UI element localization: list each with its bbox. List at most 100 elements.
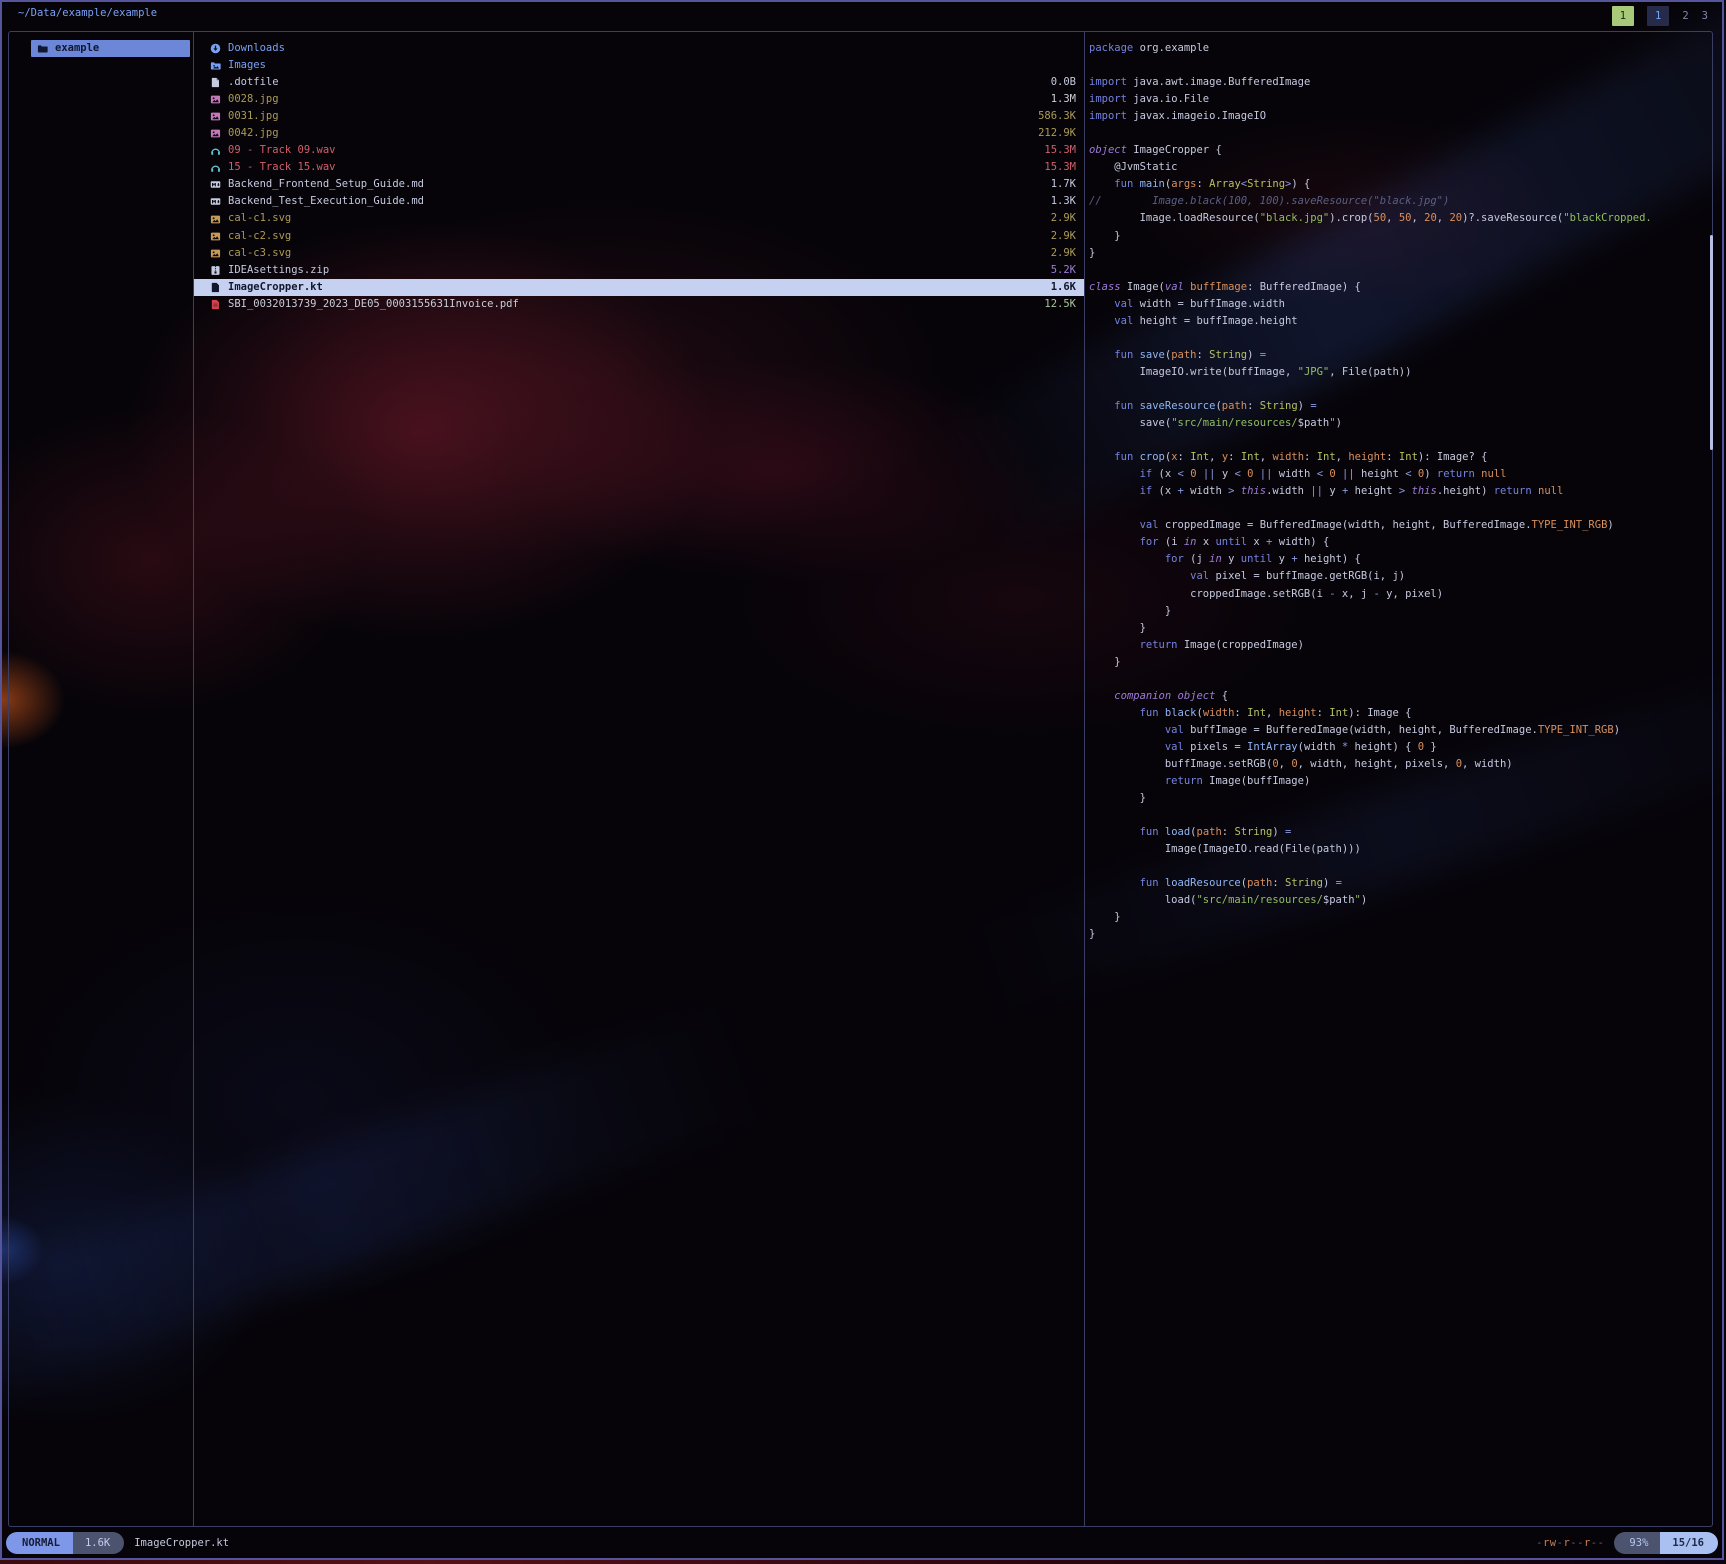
code-line	[1089, 671, 1712, 688]
file-row[interactable]: Images	[194, 57, 1084, 74]
code-line: return Image(buffImage)	[1089, 773, 1712, 790]
file-size: 12.5K	[1044, 296, 1076, 313]
file-size: 2.9K	[1051, 210, 1076, 227]
kotlin-file-icon	[210, 281, 222, 293]
file-row[interactable]: 15 - Track 15.wav 15.3M	[194, 159, 1084, 176]
vector-image-icon	[210, 247, 222, 259]
code-line: fun main(args: Array<String>) {	[1089, 176, 1712, 193]
file-size: 586.3K	[1038, 108, 1076, 125]
code-line: return Image(croppedImage)	[1089, 637, 1712, 654]
file-size: 0.0B	[1051, 74, 1076, 91]
position-pill: 93% 15/16	[1614, 1532, 1718, 1554]
file-size: 1.3K	[1051, 193, 1076, 210]
vector-image-icon	[210, 213, 222, 225]
file-size: 212.9K	[1038, 125, 1076, 142]
parent-dir-item[interactable]: example	[31, 40, 190, 57]
file-row[interactable]: 0042.jpg 212.9K	[194, 125, 1084, 142]
code-line: buffImage.setRGB(0, 0, width, height, pi…	[1089, 756, 1712, 773]
code-line: for (j in y until y + height) {	[1089, 551, 1712, 568]
code-line: val width = buffImage.width	[1089, 296, 1712, 313]
code-line: Image.loadResource("black.jpg").crop(50,…	[1089, 210, 1712, 227]
wallpaper-bottom-strip	[0, 1558, 1726, 1564]
status-filename: ImageCropper.kt	[134, 1537, 229, 1549]
markdown-icon	[210, 196, 222, 208]
file-row[interactable]: 09 - Track 09.wav15.3M	[194, 142, 1084, 159]
file-size: 2.9K	[1051, 245, 1076, 262]
file-row[interactable]: cal-c3.svg 2.9K	[194, 245, 1084, 262]
task-count-badge[interactable]: 1	[1612, 6, 1634, 26]
vector-image-icon	[210, 230, 222, 242]
file-row[interactable]: Backend_Frontend_Setup_Guide.md 1.7K	[194, 176, 1084, 193]
code-line: load("src/main/resources/$path")	[1089, 892, 1712, 909]
file-name: cal-c1.svg	[228, 210, 291, 227]
tab-1[interactable]: 1	[1647, 6, 1669, 26]
code-line: ImageIO.write(buffImage, "JPG", File(pat…	[1089, 364, 1712, 381]
file-row[interactable]: .dotfile 0.0B	[194, 74, 1084, 91]
code-line	[1089, 125, 1712, 142]
folder-image-icon	[210, 60, 222, 72]
code-line: if (x + width > this.width || y + height…	[1089, 483, 1712, 500]
preview-scrollbar-thumb[interactable]	[1710, 235, 1713, 450]
code-line	[1089, 500, 1712, 517]
screen: ~/Data/example/example 1 123 example Dow…	[0, 0, 1726, 1564]
tab-3[interactable]: 3	[1702, 10, 1708, 22]
file-size-indicator: 1.6K	[73, 1532, 124, 1554]
file-name: 0031.jpg	[228, 108, 279, 125]
file-name: cal-c3.svg	[228, 245, 291, 262]
file-name: SBI_0032013739_2023_DE05_0003155631Invoi…	[228, 296, 519, 313]
code-line: fun saveResource(path: String) =	[1089, 398, 1712, 415]
scroll-percent: 93%	[1614, 1532, 1660, 1554]
file-name: ImageCropper.kt	[228, 279, 323, 296]
audio-icon	[210, 145, 222, 157]
code-line: class Image(val buffImage: BufferedImage…	[1089, 279, 1712, 296]
code-line: }	[1089, 790, 1712, 807]
file-name: Backend_Frontend_Setup_Guide.md	[228, 176, 424, 193]
file-name: 15 - Track 15.wav	[228, 159, 335, 176]
image-icon	[210, 128, 222, 140]
file-row[interactable]: Backend_Test_Execution_Guide.md 1.3K	[194, 193, 1084, 210]
file-row[interactable]: cal-c1.svg 2.9K	[194, 210, 1084, 227]
code-line	[1089, 330, 1712, 347]
code-line: package org.example	[1089, 40, 1712, 57]
code-line: val croppedImage = BufferedImage(width, …	[1089, 517, 1712, 534]
panes-container: example DownloadsImages.dotfile0.0B0028.…	[8, 31, 1713, 1527]
code-line: import javax.imageio.ImageIO	[1089, 108, 1712, 125]
preview-pane: package org.example import java.awt.imag…	[1085, 32, 1712, 1526]
code-line	[1089, 807, 1712, 824]
titlebar: ~/Data/example/example 1 123	[0, 2, 1724, 30]
file-size: 15.3M	[1044, 159, 1076, 176]
file-row[interactable]: IDEAsettings.zip5.2K	[194, 262, 1084, 279]
file-name: Downloads	[228, 40, 285, 57]
file-row[interactable]: 0028.jpg 1.3M	[194, 91, 1084, 108]
tab-bar: 1 1 2 3	[1612, 4, 1708, 28]
tab-2[interactable]: 2	[1682, 10, 1688, 22]
image-icon	[210, 111, 222, 123]
code-line: }	[1089, 620, 1712, 637]
code-line: import java.io.File	[1089, 91, 1712, 108]
file-row[interactable]: ImageCropper.kt1.6K	[194, 279, 1084, 296]
file-row[interactable]: Downloads	[194, 40, 1084, 57]
markdown-icon	[210, 179, 222, 191]
file-size: 2.9K	[1051, 228, 1076, 245]
file-row[interactable]: 0031.jpg 586.3K	[194, 108, 1084, 125]
file-name: Backend_Test_Execution_Guide.md	[228, 193, 424, 210]
file-name: .dotfile	[228, 74, 279, 91]
code-line: for (i in x until x + width) {	[1089, 534, 1712, 551]
file-size: 1.3M	[1051, 91, 1076, 108]
code-line: }	[1089, 926, 1712, 943]
code-line: object ImageCropper {	[1089, 142, 1712, 159]
file-name: 0028.jpg	[228, 91, 279, 108]
file-row[interactable]: cal-c2.svg2.9K	[194, 228, 1084, 245]
parent-dir-label: example	[55, 40, 99, 57]
code-line: val buffImage = BufferedImage(width, hei…	[1089, 722, 1712, 739]
code-line	[1089, 262, 1712, 279]
file-size: 1.7K	[1051, 176, 1076, 193]
code-line: companion object {	[1089, 688, 1712, 705]
code-line: croppedImage.setRGB(i - x, j - y, pixel)	[1089, 586, 1712, 603]
parent-directory-pane: example	[9, 32, 193, 57]
code-line: save("src/main/resources/$path")	[1089, 415, 1712, 432]
file-name: 0042.jpg	[228, 125, 279, 142]
file-row[interactable]: SBI_0032013739_2023_DE05_0003155631Invoi…	[194, 296, 1084, 313]
code-line	[1089, 381, 1712, 398]
code-line	[1089, 432, 1712, 449]
